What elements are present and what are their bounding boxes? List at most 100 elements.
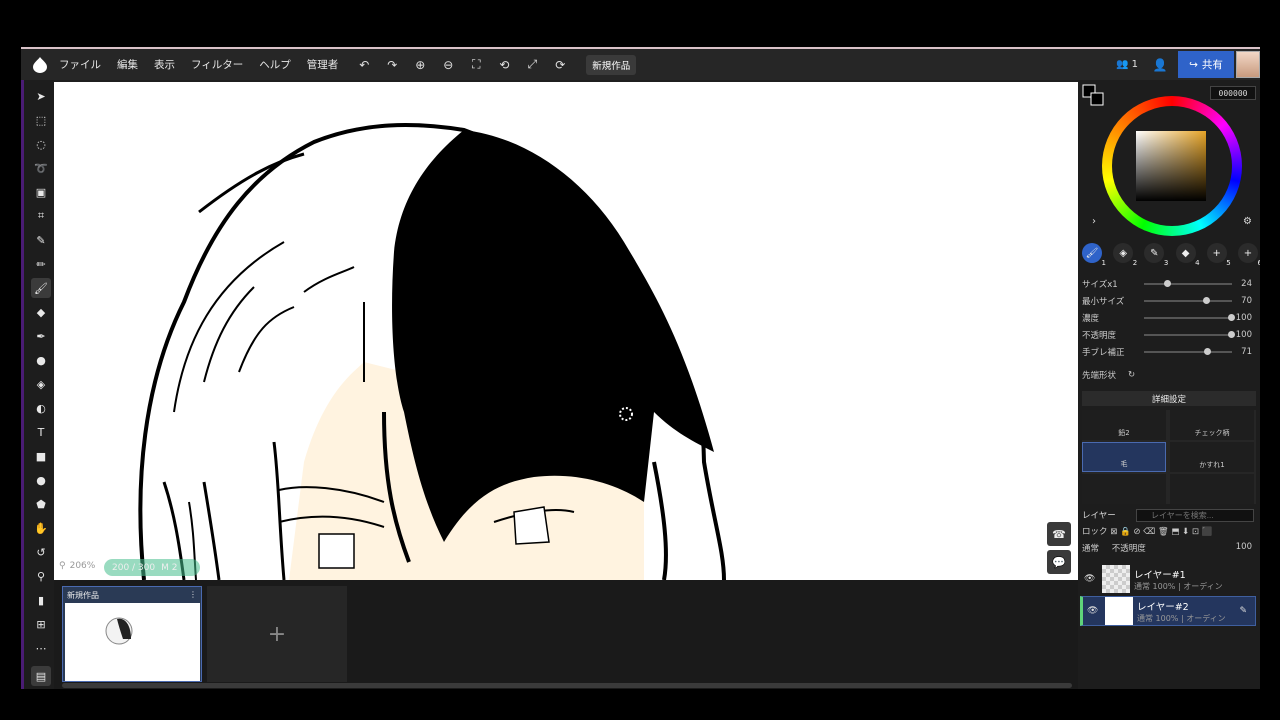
add-user-icon[interactable]: 👤	[1150, 55, 1170, 75]
slider-opacity[interactable]: 不透明度 100	[1082, 328, 1256, 342]
brush-item[interactable]	[1170, 474, 1254, 504]
menu-admin[interactable]: 管理者	[307, 57, 339, 72]
menu-file[interactable]: ファイル	[59, 57, 101, 72]
fill-icon[interactable]: ◈	[31, 374, 51, 394]
zoom-indicator[interactable]: ⚲ 206%	[59, 561, 95, 571]
share-button[interactable]: ↪ 共有	[1178, 51, 1234, 78]
move-tool-icon[interactable]: ➤	[31, 86, 51, 106]
brush-tab-5[interactable]: +5	[1206, 243, 1231, 267]
blend-mode-select[interactable]: 通常	[1082, 544, 1099, 554]
add-icon: +	[267, 621, 287, 647]
rect-select-icon[interactable]: ⬚	[31, 110, 51, 130]
crop-icon[interactable]: ⌗	[31, 206, 51, 226]
brush-icon[interactable]: 🖌	[31, 278, 51, 298]
ellipse-shape-icon[interactable]: ●	[31, 470, 51, 490]
brush-item[interactable]: かすれ1	[1170, 442, 1254, 472]
brush-tab-1[interactable]: 🖌 1	[1082, 243, 1106, 267]
more-vertical-icon[interactable]: ⋮	[189, 590, 197, 601]
app-logo-icon[interactable]	[21, 49, 59, 80]
slider-stabilizer[interactable]: 手ブレ補正 71	[1082, 345, 1256, 359]
add-icon: +	[1212, 247, 1221, 259]
chat-icon[interactable]: 💬	[1047, 550, 1071, 574]
slider-knob[interactable]	[1164, 280, 1172, 287]
slider-label: 濃度	[1082, 314, 1100, 324]
reset-view-icon[interactable]: ⟳	[550, 55, 570, 75]
slider-size[interactable]: サイズx1 24	[1082, 277, 1256, 291]
brush-tab-4[interactable]: ◆ 4	[1175, 243, 1200, 267]
rotate-icon[interactable]: ⟲	[494, 55, 514, 75]
undo-icon[interactable]: ↶	[354, 55, 374, 75]
slider-knob[interactable]	[1228, 331, 1235, 338]
share-icon: ↪	[1189, 58, 1198, 71]
menu-view[interactable]: 表示	[154, 57, 175, 72]
layer-search-input[interactable]	[1136, 508, 1254, 522]
eyedropper-icon[interactable]: ✎	[31, 230, 51, 250]
gradient-icon[interactable]: ◐	[31, 398, 51, 418]
document-title[interactable]: 新規作品	[586, 54, 637, 75]
brush-tab-6[interactable]: +6	[1237, 243, 1260, 267]
smudge-icon[interactable]: ●	[31, 350, 51, 370]
fill-icon: ◈	[1119, 247, 1128, 259]
lock-icons[interactable]: ⊠ 🔒 ⊘ ⌫ 🗑 ⬒ ⬇ ⊡ ⬛	[1110, 527, 1212, 537]
eye-icon[interactable]: 👁	[1087, 606, 1101, 616]
transform-icon[interactable]: ▣	[31, 182, 51, 202]
ellipse-select-icon[interactable]: ◌	[31, 134, 51, 154]
call-icon[interactable]: ☎	[1047, 522, 1071, 546]
hex-color-input[interactable]: 000000	[1210, 86, 1256, 100]
lasso-icon[interactable]: ➰	[31, 158, 51, 178]
zoom-tool-icon[interactable]: ⚲	[31, 566, 51, 586]
zoom-in-icon[interactable]: ⊕	[410, 55, 430, 75]
pencil-icon[interactable]: ✏	[31, 254, 51, 274]
fullscreen-icon[interactable]: ⤢	[522, 55, 542, 75]
brush-tab-num: 5	[1226, 259, 1231, 267]
users-count[interactable]: 👥 1	[1116, 59, 1138, 70]
rect-shape-icon[interactable]: ■	[31, 446, 51, 466]
rotate-view-icon[interactable]: ↺	[31, 542, 51, 562]
brush-tab-3[interactable]: ✎ 3	[1144, 243, 1168, 267]
slider-min-size[interactable]: 最小サイズ 70	[1082, 294, 1256, 308]
menu-edit[interactable]: 編集	[117, 57, 138, 72]
slider-knob[interactable]	[1228, 314, 1235, 321]
text-icon[interactable]: T	[31, 422, 51, 442]
layer-row[interactable]: 👁 レイヤー#1 通常 100% | オーディン	[1080, 564, 1256, 594]
redo-icon[interactable]: ↷	[382, 55, 402, 75]
share-label: 共有	[1201, 59, 1223, 71]
brush-tab-2[interactable]: ◈ 2	[1113, 243, 1137, 267]
filmstrip-icon[interactable]: ▤	[31, 666, 51, 686]
refresh-icon[interactable]: ↻	[1128, 370, 1135, 380]
saturation-value-square[interactable]	[1136, 131, 1206, 201]
brush-library: 鉛2 チェック柄 毛 かすれ1	[1082, 410, 1256, 504]
brush-size-pill[interactable]: 200 / 300 M 2	[104, 559, 200, 576]
hand-icon[interactable]: ✋	[31, 518, 51, 538]
more-icon[interactable]: ⋯	[31, 638, 51, 658]
fit-view-icon[interactable]: ⛶	[466, 55, 486, 75]
chevron-right-icon[interactable]: ›	[1092, 216, 1096, 227]
detail-settings-button[interactable]: 詳細設定	[1082, 391, 1256, 406]
menu-help[interactable]: ヘルプ	[259, 57, 291, 72]
zoom-out-icon[interactable]: ⊖	[438, 55, 458, 75]
slider-knob[interactable]	[1203, 348, 1211, 355]
add-work-button[interactable]: +	[207, 586, 347, 682]
comment-icon[interactable]: ▮	[31, 590, 51, 610]
edit-pen-icon[interactable]: ✎	[1239, 606, 1247, 616]
menu-filter[interactable]: フィルター	[191, 57, 243, 72]
color-swatch-icon[interactable]	[1082, 84, 1104, 106]
brush-item[interactable]: チェック柄	[1170, 410, 1254, 440]
eye-icon[interactable]: 👁	[1084, 574, 1098, 584]
drawing-canvas[interactable]	[54, 82, 1078, 580]
gear-icon[interactable]: ⚙	[1243, 216, 1252, 227]
polygon-shape-icon[interactable]: ⬟	[31, 494, 51, 514]
slider-knob[interactable]	[1202, 297, 1210, 304]
brush-item[interactable]: 鉛2	[1082, 410, 1166, 440]
work-thumbnail-card[interactable]: 新規作品 ⋮	[62, 586, 202, 682]
brush-item-selected[interactable]: 毛	[1082, 442, 1166, 472]
brush-item[interactable]	[1082, 474, 1166, 504]
slider-density[interactable]: 濃度 100	[1082, 311, 1256, 325]
layer-row-selected[interactable]: 👁 レイヤー#2 通常 100% | オーディン ✎	[1080, 596, 1256, 626]
pen-icon: ✎	[1150, 247, 1159, 259]
eraser-icon[interactable]: ◆	[31, 302, 51, 322]
horizontal-scrollbar[interactable]	[62, 683, 1072, 688]
avatar[interactable]	[1236, 51, 1260, 78]
blur-icon[interactable]: ✒	[31, 326, 51, 346]
ruler-icon[interactable]: ⊞	[31, 614, 51, 634]
